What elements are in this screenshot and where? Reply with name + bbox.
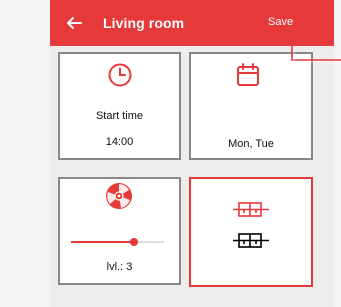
start-time-card[interactable]: Start time 14:00 (58, 52, 181, 160)
level-card[interactable]: lvl.: 3 (58, 177, 181, 285)
level-slider-fill (71, 241, 135, 243)
days-value: Mon, Tue (228, 138, 274, 150)
fan-icon (106, 183, 132, 209)
calendar-icon (237, 63, 259, 86)
page-title: Living room (103, 15, 185, 31)
start-time-value: 14:00 (105, 136, 134, 148)
app-screen: Living room Save Start time 14:00 Mon, T… (50, 0, 334, 307)
window-closed-icon (233, 233, 269, 248)
level-slider-thumb[interactable] (130, 238, 139, 246)
start-time-label: Start time (95, 110, 144, 122)
window-open-icon (233, 202, 269, 217)
top-bar: Living room Save (50, 0, 334, 46)
save-button[interactable]: Save (268, 16, 293, 28)
mode-card[interactable] (189, 177, 313, 287)
clock-icon (108, 63, 132, 87)
back-arrow-icon[interactable] (64, 13, 84, 33)
level-slider[interactable] (71, 238, 164, 246)
days-card[interactable]: Mon, Tue (189, 52, 313, 160)
level-value: lvl.: 3 (106, 261, 133, 273)
